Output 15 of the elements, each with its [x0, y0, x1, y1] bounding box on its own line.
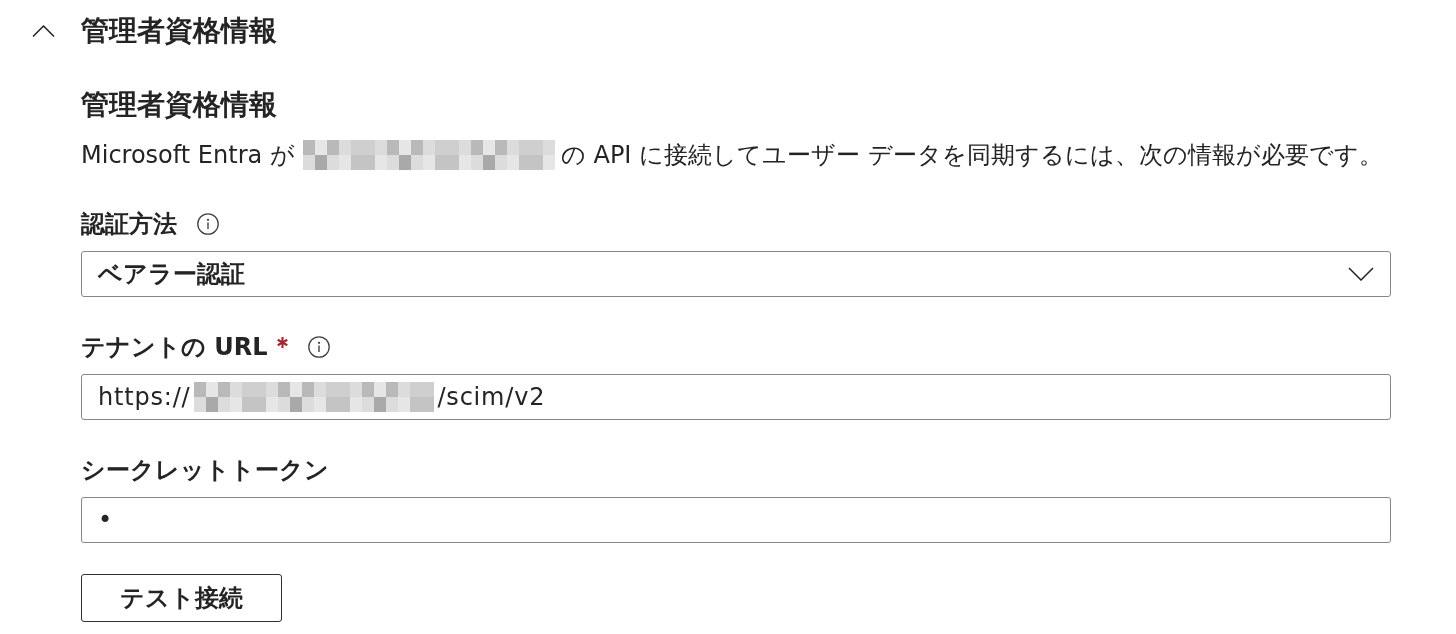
dropdown-field[interactable]: ベアラー認証: [81, 251, 1391, 297]
chevron-up-icon[interactable]: [32, 25, 55, 37]
field-label: テナントの URL: [81, 332, 268, 362]
caret-icon: [1348, 267, 1374, 281]
section-title[interactable]: 管理者資格情報: [81, 14, 277, 48]
field-label: シークレットトークン: [81, 455, 329, 485]
subsection-heading: 管理者資格情報: [81, 89, 277, 121]
field-label: 認証方法: [81, 209, 177, 239]
password-field[interactable]: •: [81, 497, 1391, 543]
info-icon[interactable]: [307, 336, 330, 358]
info-icon[interactable]: [197, 213, 219, 235]
test-connection-button[interactable]: テスト接続: [81, 574, 282, 622]
text-input-field[interactable]: https:// /scim/v2: [81, 374, 1391, 420]
description-text: の API に接続してユーザー データを同期するには、次の情報が必要です。: [560, 140, 1383, 170]
description-text: Microsoft Entra が: [81, 140, 295, 170]
